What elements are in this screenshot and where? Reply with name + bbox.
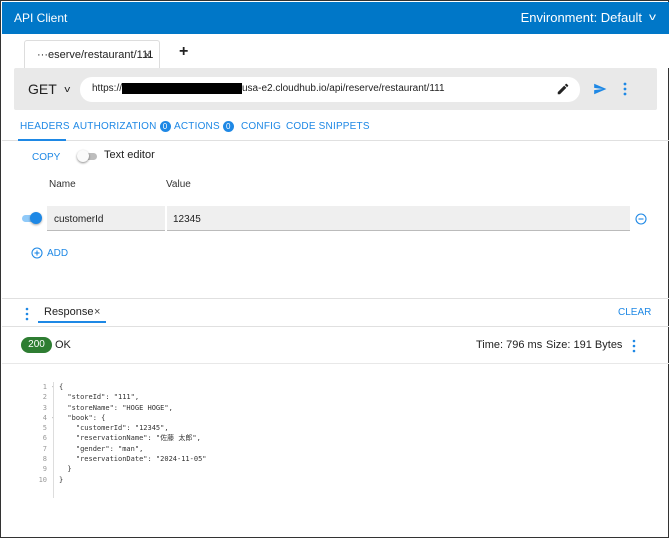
column-header-name: Name bbox=[49, 179, 76, 190]
code-line: 6 "reservationName": "佐藤 太郎", bbox=[31, 433, 207, 443]
code-text: "gender": "man", bbox=[59, 444, 144, 453]
line-number: 2 bbox=[42, 393, 47, 402]
line-number: 8 bbox=[42, 455, 47, 464]
actions-count-badge: 0 bbox=[222, 121, 234, 132]
response-tab[interactable]: Response × bbox=[38, 304, 106, 323]
request-tab-label: ···eserve/restaurant/111 bbox=[37, 49, 154, 61]
close-tab-icon[interactable]: × bbox=[144, 48, 151, 62]
code-line: 8 "reservationDate": "2024-11-05" bbox=[31, 454, 207, 464]
divider bbox=[2, 363, 669, 364]
authorization-count-badge: 0 bbox=[159, 121, 171, 132]
header-name-value: customerId bbox=[54, 214, 104, 225]
divider bbox=[2, 326, 669, 327]
app-title: API Client bbox=[14, 11, 68, 25]
response-tab-label: Response bbox=[44, 306, 94, 318]
chevron-down-icon: v bbox=[649, 12, 656, 23]
code-line: 9 } bbox=[31, 464, 207, 474]
toggle-knob bbox=[77, 150, 89, 162]
tab-code-snippets[interactable]: CODE SNIPPETS bbox=[286, 121, 370, 132]
request-tab[interactable]: ···eserve/restaurant/111 × bbox=[24, 40, 160, 68]
more-vert-icon[interactable] bbox=[25, 307, 29, 321]
close-response-icon[interactable]: × bbox=[94, 306, 100, 318]
line-number: 3 bbox=[42, 403, 47, 412]
text-editor-label: Text editor bbox=[104, 149, 155, 161]
url-prefix: https:// bbox=[92, 83, 123, 94]
pencil-icon[interactable] bbox=[556, 82, 570, 96]
url-bar: GET v https:// usa-e2.cloudhub.io/api/re… bbox=[14, 68, 657, 110]
tab-config[interactable]: CONFIG bbox=[241, 121, 281, 132]
line-number: 6 bbox=[42, 434, 47, 443]
status-text: OK bbox=[55, 339, 71, 351]
add-header-button[interactable]: ADD bbox=[31, 247, 68, 259]
divider bbox=[2, 298, 669, 299]
tab-actions-label: ACTIONS bbox=[174, 121, 220, 132]
code-gutter-divider bbox=[53, 382, 54, 498]
header-value-input[interactable]: 12345 bbox=[167, 206, 630, 231]
add-circle-icon bbox=[31, 247, 43, 259]
code-line: 4- "book": { bbox=[31, 413, 207, 423]
code-line: 2 "storeId": "111", bbox=[31, 392, 207, 402]
header-enabled-toggle[interactable] bbox=[20, 212, 42, 224]
line-number: 9 bbox=[42, 465, 47, 474]
header-value-value: 12345 bbox=[173, 214, 201, 225]
line-number: 1 bbox=[42, 383, 47, 391]
code-text: } bbox=[59, 465, 72, 474]
code-text: "book": { bbox=[59, 413, 106, 422]
line-number: 4 bbox=[42, 413, 47, 422]
environment-label: Environment: Default bbox=[520, 10, 642, 25]
response-size: Size: 191 Bytes bbox=[546, 339, 623, 351]
request-subtabs: HEADERS AUTHORIZATION 0 ACTIONS 0 CONFIG… bbox=[2, 113, 669, 141]
method-label: GET bbox=[28, 81, 57, 97]
status-code-badge: 200 bbox=[21, 337, 52, 353]
method-selector[interactable]: GET v bbox=[28, 81, 70, 97]
column-header-value: Value bbox=[166, 179, 191, 190]
tab-authorization[interactable]: AUTHORIZATION 0 bbox=[73, 121, 171, 132]
redacted-host bbox=[122, 83, 242, 94]
toggle-knob bbox=[30, 212, 42, 224]
code-line: 10} bbox=[31, 475, 207, 485]
code-line: 7 "gender": "man", bbox=[31, 444, 207, 454]
more-vert-icon[interactable] bbox=[622, 81, 628, 97]
tab-authorization-label: AUTHORIZATION bbox=[73, 121, 157, 132]
url-suffix: usa-e2.cloudhub.io/api/reserve/restauran… bbox=[242, 83, 445, 94]
url-input[interactable]: https:// usa-e2.cloudhub.io/api/reserve/… bbox=[80, 77, 580, 102]
chevron-down-icon: v bbox=[64, 84, 70, 94]
code-text: "customerId": "12345", bbox=[59, 424, 169, 433]
more-vert-icon[interactable] bbox=[632, 339, 636, 353]
code-line: 5 "customerId": "12345", bbox=[31, 423, 207, 433]
environment-selector[interactable]: Environment: Default v bbox=[520, 10, 656, 25]
add-tab-button[interactable]: + bbox=[179, 43, 188, 61]
line-number: 10 bbox=[38, 475, 47, 484]
response-time: Time: 796 ms bbox=[476, 339, 543, 351]
line-number: 7 bbox=[42, 444, 47, 453]
remove-circle-icon[interactable] bbox=[635, 213, 647, 225]
header-name-input[interactable]: customerId bbox=[47, 206, 165, 231]
app-window: API Client Environment: Default v ···ese… bbox=[0, 0, 669, 538]
line-number: 5 bbox=[42, 424, 47, 433]
copy-button[interactable]: COPY bbox=[32, 152, 60, 163]
title-bar: API Client Environment: Default v bbox=[2, 2, 669, 34]
code-text: "storeName": "HOGE HOGE", bbox=[59, 403, 173, 412]
code-text: { bbox=[59, 383, 64, 391]
code-text: "reservationDate": "2024-11-05" bbox=[59, 455, 207, 464]
code-text: "storeId": "111", bbox=[59, 393, 140, 402]
code-text: "reservationName": "佐藤 太郎", bbox=[59, 434, 201, 443]
send-icon[interactable] bbox=[592, 82, 608, 96]
text-editor-toggle[interactable] bbox=[77, 150, 99, 162]
tab-actions[interactable]: ACTIONS 0 bbox=[174, 121, 234, 132]
code-line: 3 "storeName": "HOGE HOGE", bbox=[31, 403, 207, 413]
add-header-label: ADD bbox=[47, 247, 69, 259]
active-tab-indicator bbox=[18, 139, 66, 141]
code-text: } bbox=[59, 475, 64, 484]
request-tab-strip: ···eserve/restaurant/111 × + bbox=[2, 34, 669, 68]
code-line: 1-{ bbox=[31, 382, 207, 392]
tab-headers[interactable]: HEADERS bbox=[20, 121, 70, 132]
response-body[interactable]: 1-{2 "storeId": "111",3 "storeName": "HO… bbox=[31, 382, 207, 498]
clear-button[interactable]: CLEAR bbox=[618, 307, 651, 318]
